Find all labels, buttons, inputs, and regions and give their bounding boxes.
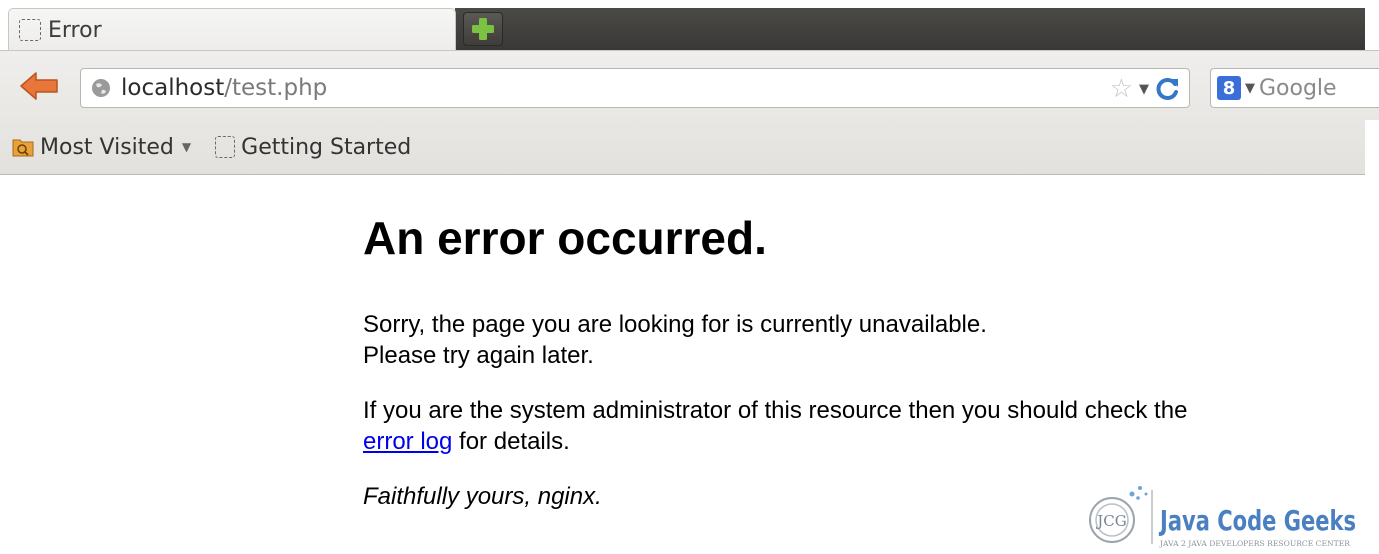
history-dropdown-icon[interactable]: ▼ bbox=[1139, 82, 1149, 97]
search-bar[interactable]: 8 ▼ Google bbox=[1210, 68, 1379, 108]
navigation-toolbar: localhost/test.php ☆ ▼ 8 ▼ Google bbox=[0, 50, 1379, 120]
bookmarks-toolbar: Most Visited ▼ Getting Started bbox=[0, 120, 1365, 175]
message-line-1: Sorry, the page you are looking for is c… bbox=[363, 310, 987, 338]
folder-icon bbox=[12, 139, 34, 157]
admin-message: If you are the system administrator of t… bbox=[363, 395, 1353, 457]
tab-strip: Error bbox=[0, 0, 1379, 51]
bookmark-label: Most Visited bbox=[40, 134, 174, 160]
page-title: An error occurred. bbox=[363, 212, 767, 264]
search-placeholder: Google bbox=[1259, 75, 1337, 101]
svg-text:Java Code Geeks: Java Code Geeks bbox=[1158, 504, 1356, 537]
new-tab-button[interactable] bbox=[463, 12, 503, 46]
chevron-down-icon: ▼ bbox=[181, 140, 192, 154]
bookmark-getting-started[interactable]: Getting Started bbox=[215, 135, 411, 160]
url-bar[interactable]: localhost/test.php ☆ ▼ bbox=[80, 68, 1190, 108]
error-log-link[interactable]: error log bbox=[363, 428, 452, 455]
java-code-geeks-logo: JCG Java Code Geeks JAVA 2 JAVA DEVELOPE… bbox=[1089, 486, 1356, 548]
svg-text:JCG: JCG bbox=[1095, 512, 1126, 530]
tab-error[interactable]: Error bbox=[8, 8, 456, 51]
star-icon[interactable]: ☆ bbox=[1110, 76, 1133, 102]
url-bar-actions: ☆ ▼ bbox=[1110, 75, 1181, 103]
bookmark-most-visited[interactable]: Most Visited ▼ bbox=[12, 135, 191, 160]
bookmark-label: Getting Started bbox=[241, 134, 412, 160]
back-arrow-icon bbox=[20, 72, 58, 100]
url-path: /test.php bbox=[224, 75, 328, 101]
unavailable-message: Sorry, the page you are looking for is c… bbox=[363, 309, 1353, 371]
back-button[interactable] bbox=[14, 68, 64, 104]
message-line-2: Please try again later. bbox=[363, 341, 594, 369]
page-icon bbox=[215, 136, 236, 158]
url-host: localhost bbox=[121, 75, 225, 101]
globe-icon bbox=[92, 79, 110, 97]
engine-dropdown-icon[interactable]: ▼ bbox=[1245, 81, 1255, 96]
page-content: An error occurred. Sorry, the page you a… bbox=[363, 212, 1353, 512]
tab-title: Error bbox=[48, 17, 102, 43]
reload-icon[interactable] bbox=[1155, 76, 1181, 102]
message-line-4: for details. bbox=[452, 427, 570, 455]
google-icon[interactable]: 8 bbox=[1217, 76, 1241, 100]
tab-strip-background bbox=[455, 8, 1365, 50]
svg-text:JAVA 2 JAVA DEVELOPERS RESOURC: JAVA 2 JAVA DEVELOPERS RESOURCE CENTER bbox=[1159, 540, 1351, 548]
message-line-3: If you are the system administrator of t… bbox=[363, 396, 1188, 424]
page-icon bbox=[19, 19, 41, 41]
plus-icon bbox=[472, 18, 494, 40]
